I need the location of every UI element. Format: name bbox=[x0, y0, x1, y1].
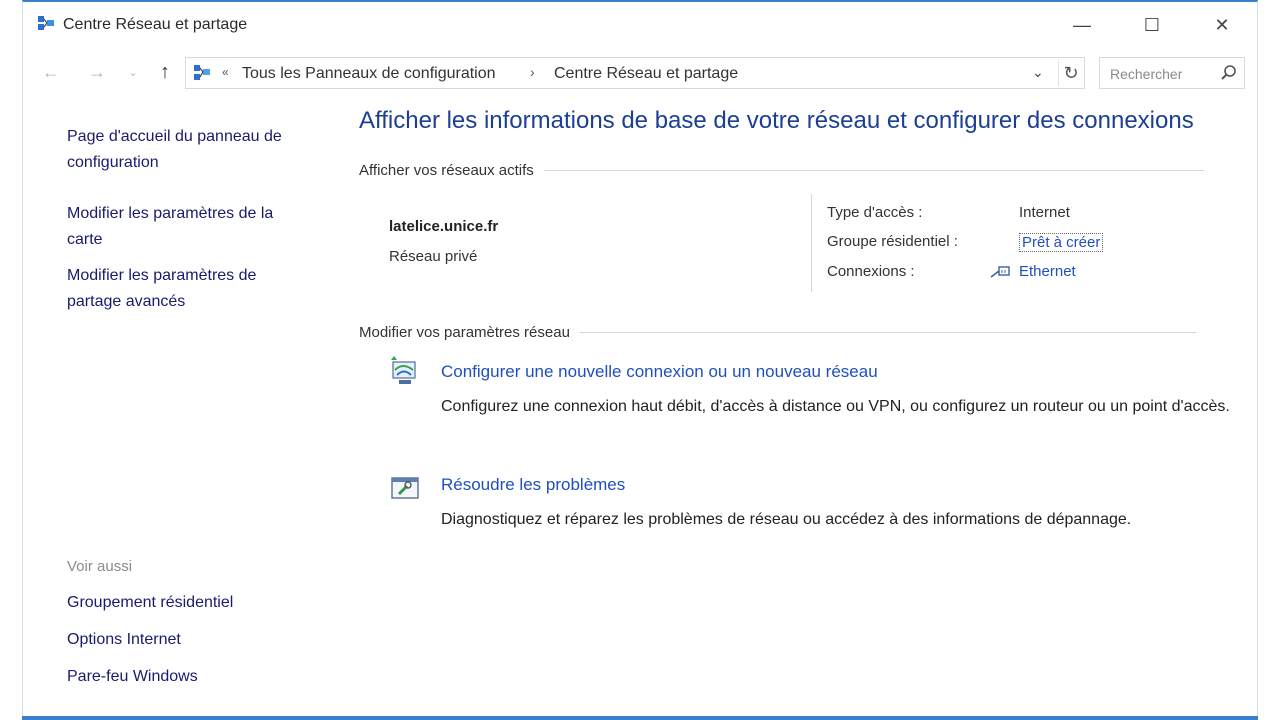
new-connection-icon bbox=[391, 356, 416, 384]
change-adapter-settings-link[interactable]: Modifier les paramètres de la carte bbox=[67, 201, 307, 253]
address-dropdown-icon[interactable]: ⌄ bbox=[1032, 64, 1044, 81]
change-settings-header: Modifier vos paramètres réseau bbox=[359, 324, 1196, 341]
windows-firewall-link[interactable]: Pare-feu Windows bbox=[67, 668, 198, 686]
troubleshoot-problems-link[interactable]: Résoudre les problèmes bbox=[441, 475, 625, 495]
minimize-button[interactable]: — bbox=[1059, 6, 1105, 44]
breadcrumb-overflow[interactable]: « bbox=[222, 65, 229, 79]
breadcrumb-all-control-panel[interactable]: Tous les Panneaux de configuration bbox=[242, 65, 496, 83]
control-panel-home-link[interactable]: Page d'accueil du panneau de configurati… bbox=[67, 124, 317, 176]
active-networks-header: Afficher vos réseaux actifs bbox=[359, 162, 1204, 179]
search-input[interactable]: Rechercher bbox=[1099, 57, 1245, 89]
homegroup-link[interactable]: Groupement résidentiel bbox=[67, 594, 233, 612]
maximize-button[interactable]: ☐ bbox=[1129, 6, 1175, 44]
ethernet-icon[interactable] bbox=[989, 264, 1013, 280]
back-arrow-icon[interactable]: ← bbox=[39, 60, 63, 84]
network-app-icon bbox=[38, 16, 54, 30]
forward-arrow-icon[interactable]: → bbox=[85, 60, 109, 84]
internet-options-link[interactable]: Options Internet bbox=[67, 631, 181, 649]
access-type-label: Type d'accès : bbox=[827, 204, 923, 221]
network-info-divider bbox=[811, 194, 812, 292]
recent-locations-dropdown-icon[interactable]: ⌄ bbox=[121, 60, 145, 84]
title-bar[interactable]: Centre Réseau et partage — ☐ ✕ bbox=[23, 2, 1257, 48]
control-panel-icon bbox=[194, 65, 210, 80]
setup-new-connection-description: Configurez une connexion haut débit, d'a… bbox=[441, 398, 1230, 415]
see-also-heading: Voir aussi bbox=[67, 558, 133, 575]
section-divider bbox=[543, 170, 1204, 171]
troubleshoot-icon bbox=[391, 477, 419, 499]
ethernet-connection-link[interactable]: Ethernet bbox=[1019, 263, 1076, 280]
network-type: Réseau privé bbox=[389, 248, 478, 265]
navigation-bar: ← → ⌄ ↑ « Tous les Panneaux de configura… bbox=[23, 52, 1257, 96]
refresh-icon[interactable]: ↻ bbox=[1058, 60, 1083, 86]
homegroup-ready-link[interactable]: Prêt à créer bbox=[1019, 233, 1104, 252]
breadcrumb-chevron-icon[interactable]: › bbox=[530, 64, 535, 80]
close-button[interactable]: ✕ bbox=[1199, 6, 1245, 44]
network-sharing-center-window: Centre Réseau et partage — ☐ ✕ ← → ⌄ ↑ «… bbox=[22, 0, 1258, 718]
change-settings-label: Modifier vos paramètres réseau bbox=[359, 324, 570, 341]
troubleshoot-description: Diagnostiquez et réparez les problèmes d… bbox=[441, 511, 1132, 528]
connections-label: Connexions : bbox=[827, 263, 915, 280]
access-type-value: Internet bbox=[1019, 204, 1070, 221]
page-title: Afficher les informations de base de vot… bbox=[359, 107, 1194, 134]
network-name: latelice.unice.fr bbox=[389, 218, 499, 235]
breadcrumb-network-center[interactable]: Centre Réseau et partage bbox=[554, 65, 738, 83]
change-sharing-settings-link[interactable]: Modifier les paramètres de partage avanc… bbox=[67, 263, 297, 315]
section-divider bbox=[579, 332, 1196, 333]
up-arrow-icon[interactable]: ↑ bbox=[153, 60, 177, 84]
search-icon[interactable] bbox=[1220, 64, 1238, 82]
active-networks-label: Afficher vos réseaux actifs bbox=[359, 162, 534, 179]
search-placeholder: Rechercher bbox=[1110, 66, 1183, 82]
window-bottom-border bbox=[22, 716, 1258, 720]
setup-new-connection-link[interactable]: Configurer une nouvelle connexion ou un … bbox=[441, 362, 878, 382]
window-title: Centre Réseau et partage bbox=[63, 16, 248, 33]
address-bar[interactable]: « Tous les Panneaux de configuration › C… bbox=[185, 57, 1085, 89]
homegroup-label: Groupe résidentiel : bbox=[827, 233, 958, 250]
